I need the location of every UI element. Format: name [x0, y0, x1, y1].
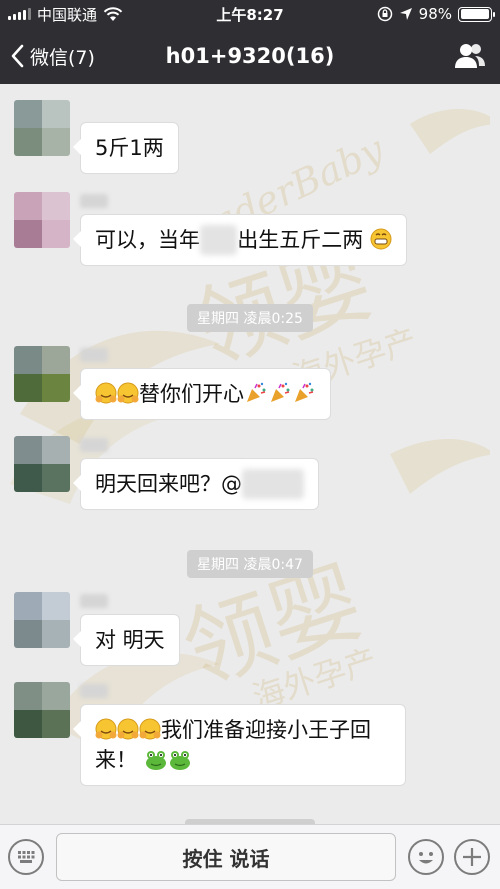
hugging-face-emoji-icon: [95, 718, 117, 740]
battery-percent: 98%: [418, 5, 452, 23]
input-bar: 按住 说话: [0, 824, 500, 889]
chevron-left-icon: [11, 44, 24, 68]
battery-fill: [460, 9, 489, 19]
avatar[interactable]: [14, 346, 70, 402]
back-button[interactable]: 微信(7): [10, 28, 95, 84]
wifi-icon: [103, 6, 123, 21]
smiley-icon: [419, 852, 433, 864]
carrier-name: 中国联通: [37, 5, 98, 24]
hold-to-talk-label: 按住 说话: [182, 846, 270, 871]
party-popper-emoji-icon: [295, 382, 314, 402]
signal-strength-icon: [8, 8, 31, 20]
more-options-button[interactable]: [454, 839, 490, 875]
keyboard-icon: [18, 851, 35, 863]
hugging-face-emoji-icon: [117, 718, 139, 740]
message-text: 替你们开心: [139, 382, 244, 406]
avatar[interactable]: [14, 592, 70, 648]
message-bubble[interactable]: 对 明天: [73, 614, 180, 666]
redacted-mention: xxxxx: [242, 469, 305, 499]
hugging-face-emoji-icon: [117, 382, 139, 404]
timestamp-label: 星期四 凌晨0:47: [187, 550, 313, 578]
frog-emoji-icon: [169, 751, 190, 770]
redacted-text: xxx: [200, 225, 238, 255]
timestamp: 星期四 凌晨0:25: [0, 304, 500, 332]
sender-name: xxxx: [80, 194, 130, 208]
message-text: 我们准备迎接小王子回: [161, 718, 371, 742]
nav-bar: 微信(7) h01+9320(16): [0, 28, 500, 84]
sender-name: xxxx: [80, 684, 130, 698]
message-text: 5斤1两: [95, 136, 164, 160]
timestamp: 星期四 凌晨0:47: [0, 550, 500, 578]
message-text: 来！: [95, 748, 137, 772]
sender-name: xxxx: [80, 438, 130, 452]
keyboard-toggle-button[interactable]: [8, 839, 44, 875]
sender-name: xxxx: [80, 348, 130, 362]
grinning-face-emoji-icon: [370, 228, 392, 250]
status-left: 中国联通: [8, 4, 178, 25]
emoji-button[interactable]: [408, 839, 444, 875]
status-bar: 中国联通 上午8:27 98%: [0, 0, 500, 28]
hold-to-talk-button[interactable]: 按住 说话: [56, 833, 396, 881]
back-label: 微信(7): [30, 46, 95, 69]
message-bubble[interactable]: 替你们开心: [73, 368, 331, 420]
message-text: 对 明天: [95, 628, 165, 652]
chat-area[interactable]: LeaderBaby 领婴 海外孕产 领婴 海外孕产 5斤1两: [0, 84, 500, 824]
location-icon: [399, 8, 412, 20]
message-bubble[interactable]: 我们准备迎接小王子回 来！: [73, 704, 406, 786]
rotation-lock-icon: [377, 6, 392, 22]
timestamp-label: 星期四 凌晨0:25: [187, 304, 313, 332]
avatar[interactable]: [14, 436, 70, 492]
message-text: 明天回来吧？@: [95, 472, 242, 496]
avatar[interactable]: [14, 682, 70, 738]
plus-icon: [463, 848, 481, 866]
message-bubble[interactable]: 5斤1两: [73, 122, 179, 174]
avatar[interactable]: [14, 100, 70, 156]
hugging-face-emoji-icon: [139, 718, 161, 740]
status-right: 98%: [322, 5, 495, 23]
message-bubble[interactable]: 可以，当年xxx出生五斤二两: [73, 214, 407, 266]
avatar[interactable]: [14, 192, 70, 248]
battery-icon: [458, 6, 495, 22]
status-time: 上午8:27: [216, 5, 284, 24]
message-text: 出生五斤二两: [237, 228, 364, 252]
frog-emoji-icon: [145, 751, 166, 770]
sender-name: xxxx: [80, 594, 130, 608]
message-text: 可以，当年: [95, 228, 200, 252]
timestamp-partial: [0, 816, 500, 824]
message-bubble[interactable]: 明天回来吧？@xxxxx: [72, 458, 320, 510]
hugging-face-emoji-icon: [95, 382, 117, 404]
party-popper-emoji-icon: [247, 382, 266, 402]
party-popper-emoji-icon: [271, 382, 290, 402]
group-members-icon[interactable]: [454, 41, 486, 71]
